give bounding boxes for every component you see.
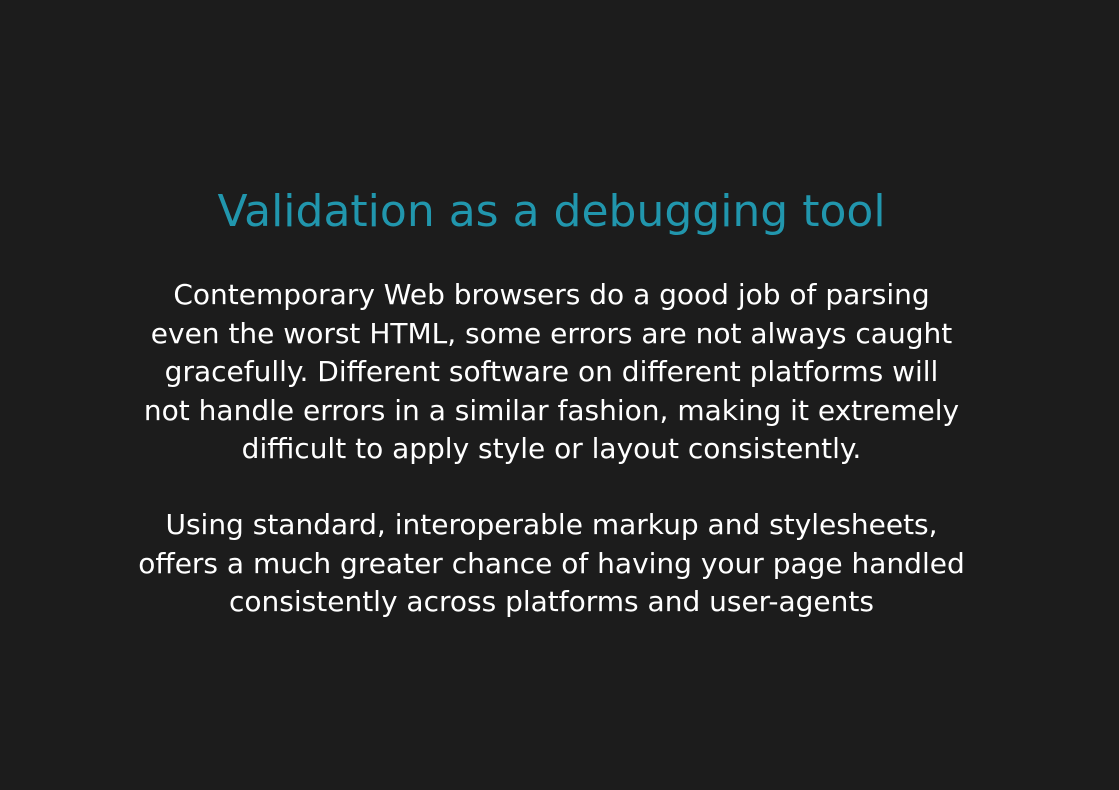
paragraph-line: Using standard, interoperable markup and… xyxy=(165,508,938,541)
slide-title: Validation as a debugging tool xyxy=(217,186,886,237)
paragraph-line: difficult to apply style or layout consi… xyxy=(241,432,862,465)
paragraph-line: not handle errors in a similar fashion, … xyxy=(143,393,960,427)
paragraph-line: consistently across platforms and user-a… xyxy=(229,585,874,618)
slide: Validation as a debugging tool Contempor… xyxy=(0,0,1119,790)
paragraph-line: gracefully. Different software on differ… xyxy=(164,355,939,388)
paragraph-standards: Using standard, interoperable markup and… xyxy=(0,506,1103,622)
paragraph-line: even the worst HTML, some errors are not… xyxy=(150,316,953,350)
paragraph-line: offers a much greater chance of having y… xyxy=(138,546,965,580)
paragraph-browsers: Contemporary Web browsers do a good job … xyxy=(0,276,1103,469)
paragraph-line: Contemporary Web browsers do a good job … xyxy=(173,278,930,311)
